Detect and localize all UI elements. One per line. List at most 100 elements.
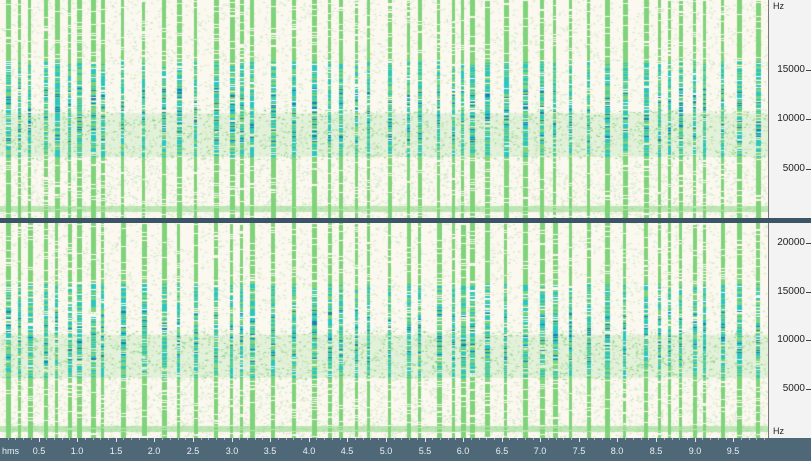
frequency-unit-label: Hz bbox=[773, 1, 784, 11]
time-minor-tick bbox=[247, 438, 248, 440]
time-minor-tick bbox=[602, 438, 603, 440]
frequency-tick bbox=[806, 292, 811, 293]
time-minor-tick bbox=[471, 438, 472, 440]
frequency-tick-label: 5000 bbox=[782, 163, 805, 174]
time-minor-tick bbox=[108, 438, 109, 440]
time-tick-label: 0.5 bbox=[32, 446, 46, 456]
time-minor-tick bbox=[316, 438, 317, 440]
time-minor-tick bbox=[332, 438, 333, 440]
time-tick-label: 7.5 bbox=[572, 446, 586, 456]
time-minor-tick bbox=[594, 438, 595, 440]
spectrogram-channel-2[interactable] bbox=[0, 223, 768, 438]
time-minor-tick bbox=[702, 438, 703, 440]
time-minor-tick bbox=[509, 438, 510, 440]
time-minor-tick bbox=[370, 438, 371, 440]
time-minor-tick bbox=[193, 438, 194, 440]
time-minor-tick bbox=[633, 438, 634, 440]
time-minor-tick bbox=[525, 438, 526, 440]
time-minor-tick bbox=[571, 438, 572, 440]
time-minor-tick bbox=[154, 438, 155, 440]
time-tick-label: 4.0 bbox=[302, 446, 316, 456]
frequency-tick bbox=[806, 389, 811, 390]
frequency-tick-label: 5000 bbox=[782, 383, 805, 394]
time-minor-tick bbox=[556, 438, 557, 440]
time-minor-tick bbox=[710, 438, 711, 440]
time-minor-tick bbox=[610, 438, 611, 440]
time-ruler[interactable]: hms 0.5 1.0 1.5 2.0 2.5 3.0 3.5 4.0 4.5 5.0 5.5 6.0… bbox=[0, 438, 811, 461]
time-minor-tick bbox=[417, 438, 418, 440]
time-minor-tick bbox=[533, 438, 534, 440]
ruler-corner bbox=[768, 438, 811, 461]
time-minor-tick bbox=[54, 438, 55, 440]
time-tick-label: 2.5 bbox=[186, 446, 200, 456]
frequency-tick-label: 15000 bbox=[777, 286, 805, 297]
time-tick-label: 3.5 bbox=[263, 446, 277, 456]
time-minor-tick bbox=[85, 438, 86, 440]
time-minor-tick bbox=[386, 438, 387, 440]
spectrogram-canvas-2 bbox=[0, 223, 768, 438]
time-minor-tick bbox=[139, 438, 140, 440]
frequency-tick bbox=[806, 243, 811, 244]
time-minor-tick bbox=[69, 438, 70, 440]
frequency-tick bbox=[806, 169, 811, 170]
time-minor-tick bbox=[455, 438, 456, 440]
time-minor-tick bbox=[46, 438, 47, 440]
time-minor-tick bbox=[201, 438, 202, 440]
time-minor-tick bbox=[494, 438, 495, 440]
time-tick-label: 1.5 bbox=[109, 446, 123, 456]
time-tick-label: 9.0 bbox=[688, 446, 702, 456]
frequency-tick-label: 20000 bbox=[777, 237, 805, 248]
time-minor-tick bbox=[656, 438, 657, 440]
time-minor-tick bbox=[286, 438, 287, 440]
time-minor-tick bbox=[695, 438, 696, 440]
time-minor-tick bbox=[718, 438, 719, 440]
time-minor-tick bbox=[116, 438, 117, 440]
time-minor-tick bbox=[363, 438, 364, 440]
time-minor-tick bbox=[347, 438, 348, 440]
time-minor-tick bbox=[31, 438, 32, 440]
frequency-tick-label: 10000 bbox=[777, 113, 805, 124]
time-minor-tick bbox=[100, 438, 101, 440]
time-minor-tick bbox=[301, 438, 302, 440]
time-minor-tick bbox=[764, 438, 765, 440]
time-minor-tick bbox=[479, 438, 480, 440]
time-minor-tick bbox=[255, 438, 256, 440]
time-minor-tick bbox=[309, 438, 310, 440]
time-minor-tick bbox=[239, 438, 240, 440]
time-minor-tick bbox=[440, 438, 441, 440]
time-minor-tick bbox=[8, 438, 9, 440]
time-minor-tick bbox=[216, 438, 217, 440]
time-minor-tick bbox=[463, 438, 464, 440]
time-minor-tick bbox=[749, 438, 750, 440]
time-minor-tick bbox=[579, 438, 580, 440]
frequency-tick-label: 10000 bbox=[777, 334, 805, 345]
time-minor-tick bbox=[502, 438, 503, 440]
time-minor-tick bbox=[162, 438, 163, 440]
time-minor-tick bbox=[278, 438, 279, 440]
spectrogram-channel-1[interactable] bbox=[0, 0, 768, 218]
time-minor-tick bbox=[617, 438, 618, 440]
time-unit-label: hms bbox=[2, 446, 20, 456]
time-minor-tick bbox=[587, 438, 588, 440]
frequency-tick bbox=[806, 340, 811, 341]
time-minor-tick bbox=[432, 438, 433, 440]
time-minor-tick bbox=[726, 438, 727, 440]
time-minor-tick bbox=[563, 438, 564, 440]
time-tick-label: 6.0 bbox=[456, 446, 470, 456]
time-minor-tick bbox=[131, 438, 132, 440]
time-minor-tick bbox=[486, 438, 487, 440]
time-minor-tick bbox=[733, 438, 734, 440]
time-tick-label: 5.5 bbox=[418, 446, 432, 456]
time-minor-tick bbox=[232, 438, 233, 440]
frequency-tick-label: 15000 bbox=[777, 64, 805, 75]
time-minor-tick bbox=[178, 438, 179, 440]
time-minor-tick bbox=[394, 438, 395, 440]
time-minor-tick bbox=[93, 438, 94, 440]
frequency-scale-channel-1: Hz 15000 10000 5000 bbox=[768, 0, 811, 218]
frequency-tick bbox=[806, 119, 811, 120]
spectrogram-canvas-1 bbox=[0, 0, 768, 218]
time-minor-tick bbox=[641, 438, 642, 440]
time-minor-tick bbox=[340, 438, 341, 440]
time-minor-tick bbox=[262, 438, 263, 440]
time-minor-tick bbox=[664, 438, 665, 440]
